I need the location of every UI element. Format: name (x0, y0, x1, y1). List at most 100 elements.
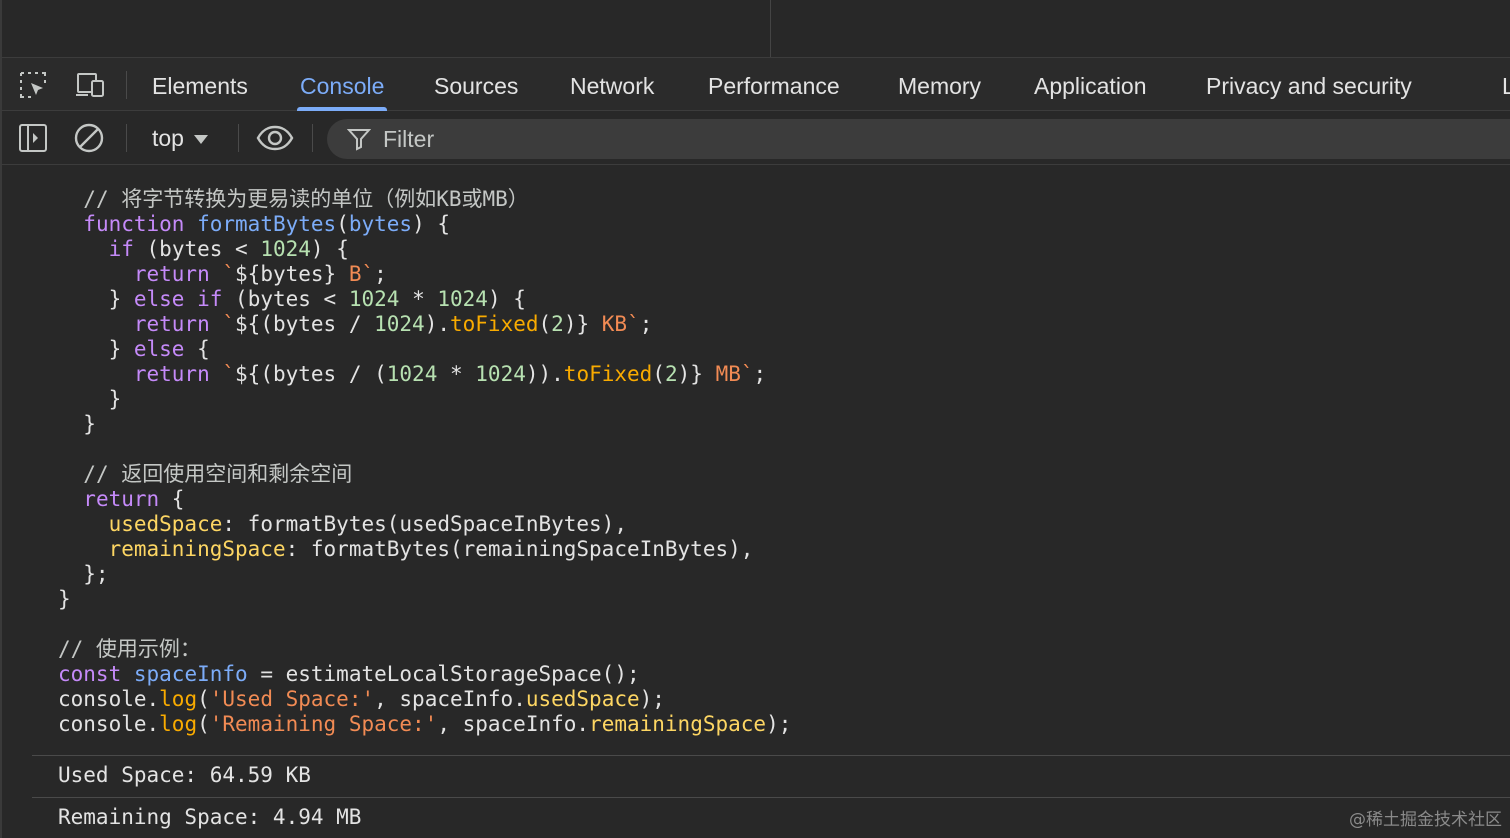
code-keyword: return (133, 362, 210, 386)
code-expression: formatBytes(usedSpaceInBytes) (247, 512, 615, 536)
code-variable: spaceInfo (133, 662, 248, 686)
code-identifier: , spaceInfo. (437, 712, 590, 736)
code-line: return `${(bytes / (1024 * 1024)).toFixe… (133, 362, 767, 386)
code-method: log (159, 687, 198, 711)
code-expression: formatBytes(remainingSpaceInBytes) (310, 537, 741, 561)
code-identifier: bytes (272, 362, 337, 386)
code-comment: // 使用示例： (58, 637, 201, 661)
code-line: return `${bytes} B`; (133, 262, 387, 286)
tab-sources[interactable]: Sources (434, 58, 518, 111)
code-number: 1024 (386, 362, 438, 386)
context-selector[interactable]: top (152, 123, 208, 153)
code-keyword: else (133, 287, 185, 311)
code-property: usedSpace (525, 687, 640, 711)
tab-memory[interactable]: Memory (898, 58, 981, 111)
toolbar-separator (238, 124, 239, 152)
console-message-divider (32, 755, 1510, 756)
tab-privacy-and-security[interactable]: Privacy and security (1206, 58, 1412, 111)
console-output-message: Remaining Space: 4.94 MB (58, 805, 362, 829)
browser-top-strip (0, 0, 1510, 57)
tab-overflow[interactable]: L (1502, 58, 1510, 111)
code-line: } (58, 412, 96, 436)
live-expression-icon[interactable] (256, 123, 294, 153)
code-line: return `${(bytes / 1024).toFixed(2)} KB`… (133, 312, 653, 336)
tab-application[interactable]: Application (1034, 58, 1147, 111)
code-line: usedSpace: formatBytes(usedSpaceInBytes)… (108, 512, 627, 536)
code-line: // 使用示例： (58, 637, 791, 662)
code-number: 2 (664, 362, 678, 386)
show-sidebar-icon[interactable] (18, 123, 48, 153)
code-string: KB (589, 312, 628, 336)
code-number: 1024 (475, 362, 526, 386)
code-keyword: const (58, 662, 122, 686)
code-comment: // 将字节转换为更易读的单位（例如KB或MB） (83, 187, 529, 211)
code-line: if (bytes < 1024) { (108, 237, 349, 261)
code-keyword: return (83, 487, 160, 511)
code-identifier: console. (58, 712, 160, 736)
console-message-divider (32, 797, 1510, 798)
tab-elements[interactable]: Elements (152, 58, 248, 111)
code-line: // 返回使用空间和剩余空间 (58, 462, 791, 487)
code-line: }; (58, 562, 109, 586)
devtools-tab-bar: Elements Console Sources Network Perform… (0, 57, 1510, 111)
code-number: 1024 (374, 312, 425, 336)
code-identifier: console. (58, 687, 160, 711)
filter-box[interactable] (327, 119, 1510, 159)
code-identifier: , spaceInfo. (374, 687, 526, 711)
code-param: bytes (348, 212, 413, 236)
code-number: 1024 (260, 237, 311, 261)
code-property: remainingSpace (589, 712, 767, 736)
tab-performance[interactable]: Performance (708, 58, 840, 111)
panel-divider (770, 0, 771, 57)
code-identifier: bytes (272, 312, 337, 336)
code-number: 2 (551, 312, 564, 336)
console-code-echo: // 将字节转换为更易读的单位（例如KB或MB） function format… (58, 187, 791, 737)
code-line: return { (83, 487, 185, 511)
code-identifier: bytes (247, 287, 311, 311)
console-output-message: Used Space: 64.59 KB (58, 763, 311, 787)
code-line: } else { (58, 337, 210, 361)
code-identifier: bytes (159, 237, 223, 261)
chevron-down-icon (193, 135, 208, 145)
code-string: MB (702, 362, 741, 386)
code-property: usedSpace (108, 512, 223, 536)
code-keyword: return (133, 262, 210, 286)
code-line: console.log('Used Space:', spaceInfo.use… (58, 687, 665, 711)
code-keyword: if (197, 287, 223, 311)
code-line: remainingSpace: formatBytes(remainingSpa… (108, 537, 754, 561)
context-selector-label: top (152, 125, 184, 151)
code-method: toFixed (563, 362, 653, 386)
code-line: const spaceInfo = estimateLocalStorageSp… (58, 662, 791, 687)
toolbar-separator (126, 124, 127, 152)
device-toolbar-icon[interactable] (74, 70, 104, 100)
tab-console[interactable]: Console (296, 58, 388, 111)
console-panel: // 将字节转换为更易读的单位（例如KB或MB） function format… (0, 165, 1510, 838)
code-line: console.log('Remaining Space:', spaceInf… (58, 712, 792, 736)
code-line: } else if (bytes < 1024 * 1024) { (58, 287, 526, 311)
code-string: 'Used Space:' (209, 687, 375, 711)
inspect-element-icon[interactable] (18, 70, 48, 100)
code-expression: = estimateLocalStorageSpace(); (247, 662, 640, 686)
tab-network[interactable]: Network (570, 58, 654, 111)
code-number: 1024 (437, 287, 488, 311)
code-method: toFixed (450, 312, 539, 336)
code-line: } (58, 387, 122, 411)
code-function-name: formatBytes (197, 212, 337, 236)
clear-console-icon[interactable] (74, 123, 104, 153)
code-keyword: function (83, 212, 185, 236)
code-keyword: else (133, 337, 185, 361)
code-line: function formatBytes(bytes) { (83, 212, 450, 236)
code-string: 'Remaining Space:' (209, 712, 438, 736)
console-toolbar: top (0, 111, 1510, 165)
code-number: 1024 (348, 287, 400, 311)
code-property: remainingSpace (108, 537, 286, 561)
toolbar-separator (126, 71, 127, 99)
code-string: B (336, 262, 362, 286)
filter-input[interactable] (383, 119, 1283, 159)
code-identifier: bytes (260, 262, 324, 286)
watermark: @稀土掘金技术社区 (1349, 810, 1502, 830)
code-line: } (58, 587, 71, 611)
toolbar-separator (312, 124, 313, 152)
